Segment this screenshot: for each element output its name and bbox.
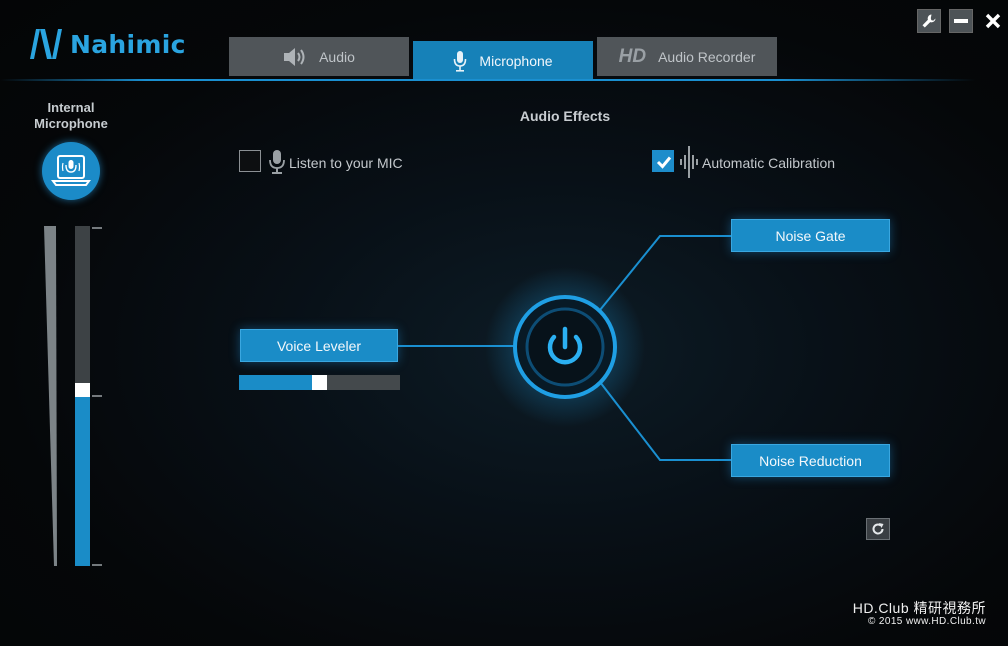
voice-leveler-fill	[239, 375, 312, 390]
noise-gate-button[interactable]: Noise Gate	[731, 219, 890, 252]
tab-microphone[interactable]: Microphone	[413, 41, 593, 80]
mic-gain-wedge	[44, 226, 57, 566]
device-button[interactable]	[42, 142, 100, 200]
app-logo: Nahimic	[28, 26, 186, 62]
tab-audio-recorder-label: Audio Recorder	[658, 48, 756, 65]
nahimic-logo-icon	[30, 29, 62, 59]
device-title: Internal Microphone	[22, 100, 120, 132]
effects-power-button[interactable]	[505, 287, 625, 407]
automatic-calibration-checkbox[interactable]	[652, 150, 674, 172]
mic-level-meter	[44, 226, 102, 566]
refresh-icon	[872, 523, 884, 535]
tab-audio[interactable]: Audio	[229, 37, 409, 76]
settings-wrench-icon	[922, 14, 936, 28]
tab-audio-recorder[interactable]: HD Audio Recorder	[597, 37, 777, 76]
app-brand: Nahimic	[70, 29, 186, 59]
minimize-icon	[954, 19, 968, 23]
effects-connector-lines	[180, 235, 950, 461]
close-icon	[985, 13, 1001, 29]
level-fill	[75, 396, 90, 566]
listen-mic-checkbox[interactable]	[239, 150, 261, 172]
voice-leveler-label: Voice Leveler	[276, 337, 362, 354]
device-title-line1: Internal	[47, 100, 95, 115]
speaker-icon	[284, 47, 305, 66]
automatic-calibration-label: Automatic Calibration	[702, 155, 836, 171]
minimize-button[interactable]	[949, 9, 973, 33]
noise-reduction-button[interactable]: Noise Reduction	[731, 444, 890, 477]
hd-icon: HD	[618, 45, 647, 67]
microphone-icon	[454, 50, 467, 72]
watermark-line2: © 2015 www.HD.Club.tw	[867, 616, 986, 627]
microphone-icon	[269, 150, 285, 174]
watermark-line1: HD.Club 精研視務所	[852, 600, 986, 616]
laptop-microphone-icon	[51, 155, 91, 186]
checkmark-icon	[656, 156, 672, 169]
listen-mic-label: Listen to your MIC	[289, 155, 403, 171]
reset-button[interactable]	[866, 518, 890, 540]
device-title-line2: Microphone	[34, 116, 108, 131]
noise-gate-label: Noise Gate	[775, 227, 846, 244]
voice-leveler-button[interactable]: Voice Leveler	[240, 329, 398, 362]
settings-button[interactable]	[917, 9, 941, 33]
voice-leveler-thumb[interactable]	[312, 375, 327, 390]
tab-audio-label: Audio	[319, 48, 355, 65]
level-slider-thumb[interactable]	[75, 383, 90, 397]
waveform-calibration-icon	[680, 146, 698, 178]
audio-effects-title: Audio Effects	[519, 108, 611, 124]
noise-reduction-label: Noise Reduction	[759, 452, 862, 469]
tab-microphone-label: Microphone	[479, 52, 553, 69]
voice-leveler-slider[interactable]	[239, 375, 400, 390]
header-divider	[0, 79, 975, 81]
close-button[interactable]	[981, 9, 1005, 33]
